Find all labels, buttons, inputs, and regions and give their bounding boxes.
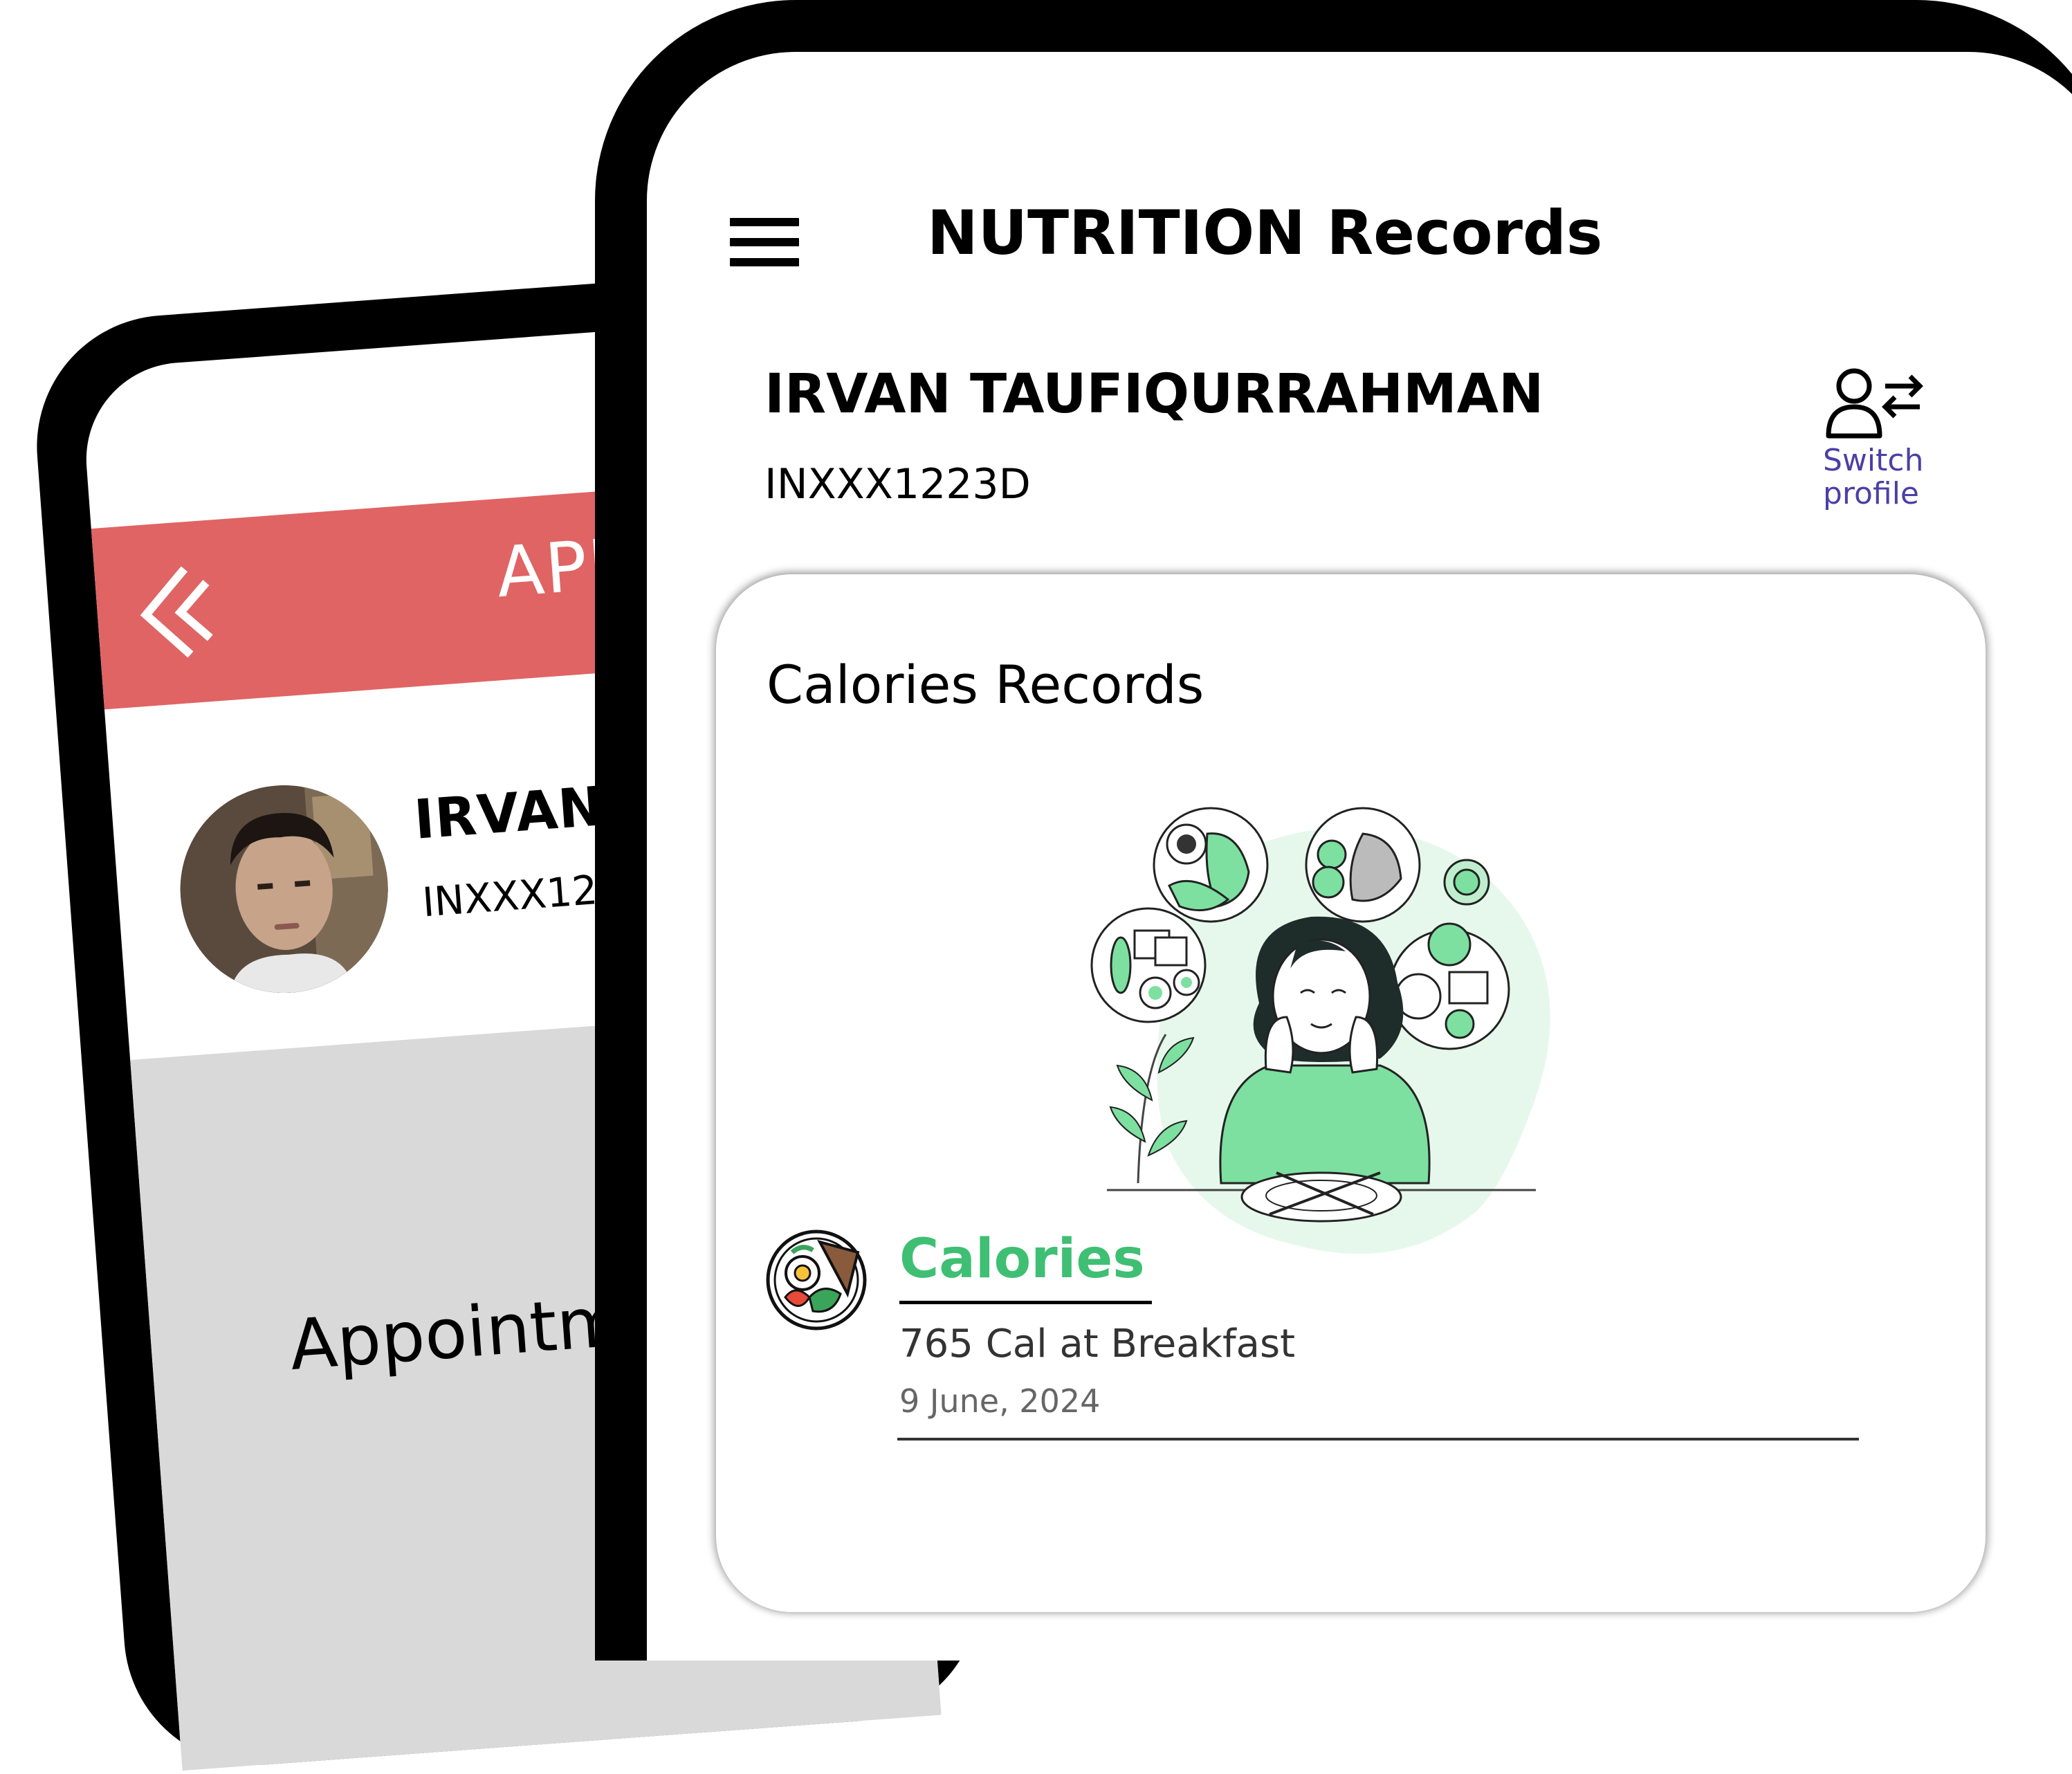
- patient-name: IRVAN TAUFIQURRAHMAN: [764, 363, 1544, 426]
- calories-entry-date: 9 June, 2024: [899, 1382, 1101, 1420]
- calories-entry-description: 765 Cal at Breakfast: [899, 1322, 1296, 1366]
- food-plate-icon: [766, 1229, 867, 1330]
- back-chevron-icon[interactable]: [136, 561, 219, 664]
- calories-title-underline: [899, 1301, 1152, 1304]
- hamburger-menu-icon[interactable]: [730, 218, 799, 278]
- patient-id: INXXX1223D: [764, 460, 1031, 509]
- card-title: Calories Records: [767, 654, 1204, 715]
- calories-records-card: Calories Records Calories 765 Cal at Bre…: [716, 574, 1986, 1612]
- calories-entry-title[interactable]: Calories: [899, 1228, 1145, 1290]
- avatar-photo: [173, 778, 396, 1000]
- front-phone-frame: NUTRITION Records IRVAN TAUFIQURRAHMAN I…: [595, 0, 2072, 1661]
- switch-profile-icon: [1826, 368, 1923, 439]
- woman-thinking-about-food-illustration: [1090, 807, 1550, 1254]
- front-phone-screen: NUTRITION Records IRVAN TAUFIQURRAHMAN I…: [647, 52, 2072, 1661]
- avatar: [173, 778, 396, 1000]
- switch-profile-button[interactable]: Switch profile: [1823, 367, 1975, 511]
- page-title: NUTRITION Records: [927, 197, 1603, 268]
- switch-profile-label: Switch profile: [1823, 443, 1924, 511]
- entry-divider: [897, 1438, 1859, 1441]
